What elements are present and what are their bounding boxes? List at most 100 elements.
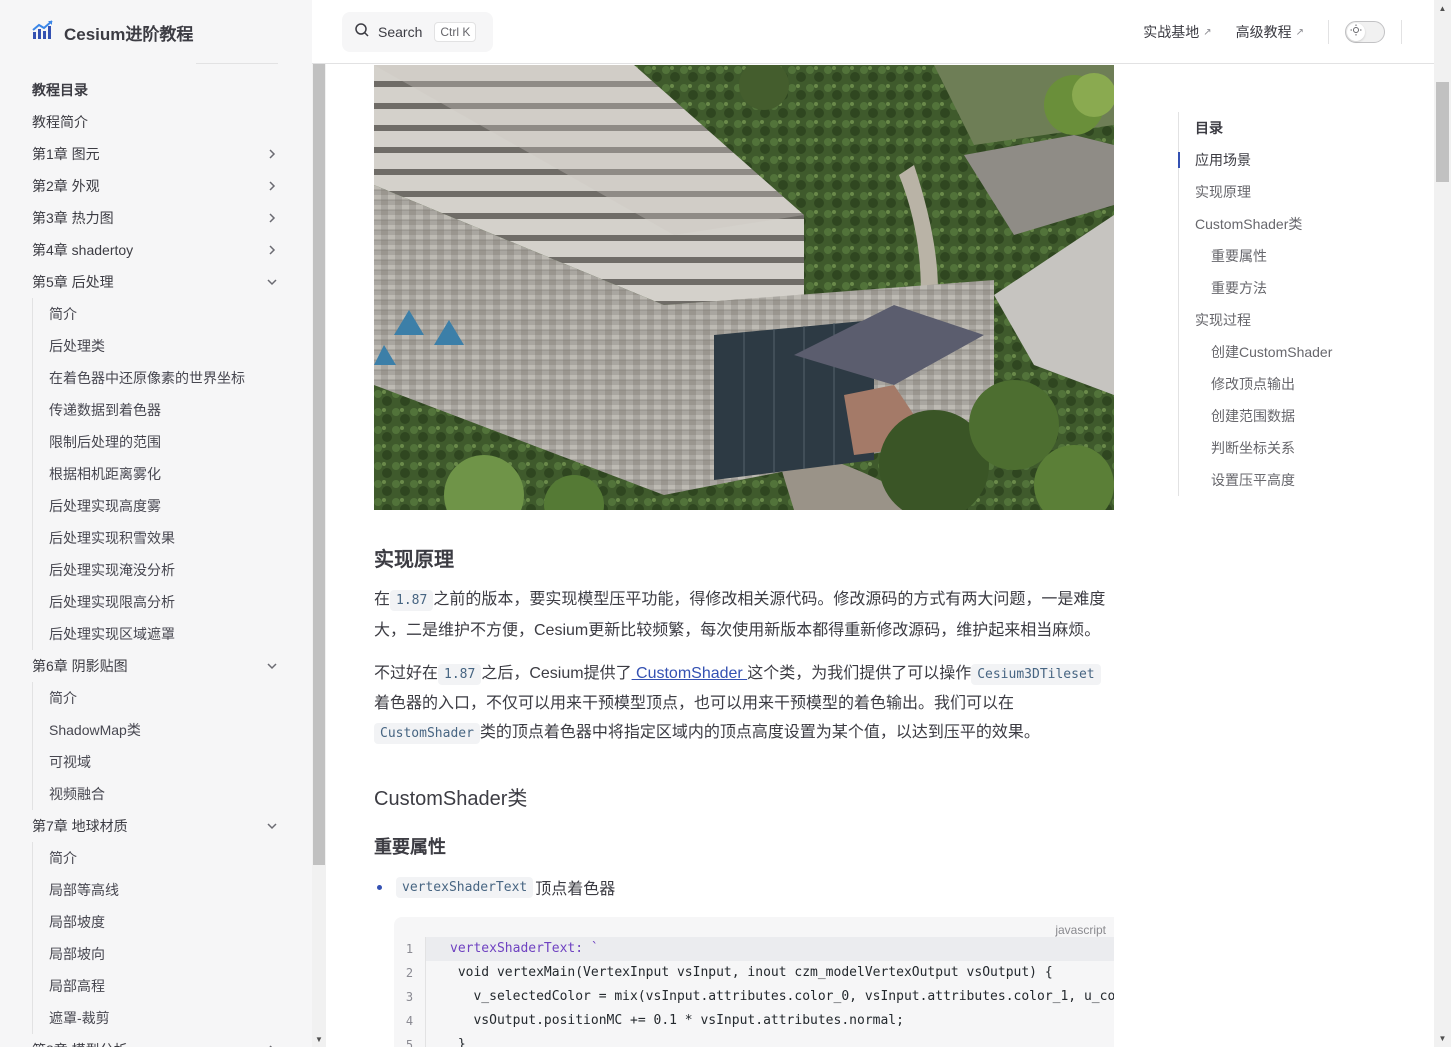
chevron-right-icon[interactable] <box>264 1042 280 1047</box>
sidebar-item[interactable]: 简介 <box>49 682 280 714</box>
sidebar-item-label: 教程简介 <box>32 114 88 130</box>
chevron-down-icon[interactable] <box>264 274 280 290</box>
external-link-icon: ↗ <box>1295 26 1304 38</box>
top-divider <box>1328 20 1329 44</box>
sidebar-item-label: ShadowMap类 <box>49 722 141 738</box>
scroll-up-arrow-icon[interactable]: ▲ <box>1436 2 1449 15</box>
sidebar-item[interactable]: 根据相机距离雾化 <box>49 458 280 490</box>
sidebar-item-label: 可视域 <box>49 754 91 770</box>
sidebar-item[interactable]: 第7章 地球材质 <box>32 810 280 842</box>
outline-item[interactable]: 重要方法 <box>1179 272 1398 304</box>
sidebar-item[interactable]: 传递数据到着色器 <box>49 394 280 426</box>
sidebar-item-label: 第2章 外观 <box>32 178 100 194</box>
sidebar-item[interactable]: ShadowMap类 <box>49 714 280 746</box>
customshader-link[interactable]: CustomShader <box>632 665 748 682</box>
sidebar-item[interactable]: 限制后处理的范围 <box>49 426 280 458</box>
sidebar-item[interactable]: 后处理实现高度雾 <box>49 490 280 522</box>
chevron-right-icon[interactable] <box>264 210 280 226</box>
sidebar-item[interactable]: 局部坡度 <box>49 906 280 938</box>
outline-item[interactable]: 实现原理 <box>1179 176 1398 208</box>
theme-toggle[interactable] <box>1345 21 1385 43</box>
scroll-down-arrow-icon[interactable]: ▼ <box>1436 1032 1449 1045</box>
outline-item[interactable]: 应用场景 <box>1178 144 1398 176</box>
chevron-down-icon[interactable] <box>264 658 280 674</box>
outline-item[interactable]: 创建范围数据 <box>1179 400 1398 432</box>
code-lines: vertexShaderText: ` void vertexMain(Vert… <box>426 937 1114 1047</box>
sidebar-item[interactable]: 后处理实现区域遮罩 <box>49 618 280 650</box>
line-number: 2 <box>405 966 414 980</box>
outline-item[interactable]: 实现过程 <box>1179 304 1398 336</box>
chevron-right-icon[interactable] <box>264 146 280 162</box>
sidebar-item[interactable]: 局部高程 <box>49 970 280 1002</box>
sidebar-item[interactable]: 可视域 <box>49 746 280 778</box>
code-line: void vertexMain(VertexInput vsInput, ino… <box>450 965 1053 980</box>
outline-item[interactable]: CustomShader类 <box>1179 208 1398 240</box>
paragraph-1: 在 1.87 之前的版本，要实现模型压平功能，得修改相关源代码。修改源码的方式有两大… <box>374 585 1114 646</box>
sidebar-item[interactable]: 后处理类 <box>49 330 280 362</box>
sidebar-scrollbar-thumb[interactable] <box>313 64 325 865</box>
page-scrollbar-thumb[interactable] <box>1436 82 1449 182</box>
sidebar-item[interactable]: 后处理实现限高分析 <box>49 586 280 618</box>
nav-link-practice[interactable]: 实战基地 ↗ <box>1143 22 1211 42</box>
sidebar-item[interactable]: 局部等高线 <box>49 874 280 906</box>
list-item: vertexShaderText 顶点着色器 <box>374 875 615 899</box>
sidebar-item[interactable]: 视频融合 <box>49 778 280 810</box>
nav-link-label: 高级教程 <box>1235 24 1292 40</box>
sidebar-item[interactable]: 简介 <box>49 842 280 874</box>
sidebar-item[interactable]: 教程简介 <box>32 106 280 138</box>
sidebar-item[interactable]: 简介 <box>49 298 280 330</box>
sidebar-item[interactable]: 第4章 shadertoy <box>32 234 280 266</box>
text: 着色器的入口，不仅可以用来干预模型顶点，也可以用来干预模型的着色输出。我们可以在 <box>374 695 1015 712</box>
outline-item[interactable]: 判断坐标关系 <box>1179 432 1398 464</box>
scroll-down-arrow-icon[interactable]: ▼ <box>313 1033 325 1045</box>
sidebar-item-label: 限制后处理的范围 <box>49 434 161 450</box>
sidebar-item[interactable]: 后处理实现积雪效果 <box>49 522 280 554</box>
sidebar-item[interactable]: 第6章 阴影贴图 <box>32 650 280 682</box>
text: 之后，Cesium提供了 <box>481 665 632 682</box>
sidebar-item[interactable]: 遮罩-裁剪 <box>49 1002 280 1034</box>
sidebar-item-label: 后处理实现高度雾 <box>49 498 161 514</box>
sidebar-divider <box>196 63 278 64</box>
sidebar-item[interactable]: 局部坡向 <box>49 938 280 970</box>
sidebar-item[interactable]: 第8章 模型分析 <box>32 1034 280 1047</box>
sidebar-item[interactable]: 第2章 外观 <box>32 170 280 202</box>
sidebar-item[interactable]: 第5章 后处理 <box>32 266 280 298</box>
sidebar-item-label: 根据相机距离雾化 <box>49 466 161 482</box>
bullet-dot <box>377 884 382 890</box>
sidebar-item-label: 简介 <box>49 850 77 866</box>
code-block[interactable]: javascript 1 2 3 4 5 vertexShaderText: `… <box>394 917 1114 1047</box>
text: 之前的版本，要实现模型压平功能，得修改相关源代码。修改源码的方式有两大问题，一是… <box>374 591 1106 639</box>
sidebar-item[interactable]: 在着色器中还原像素的世界坐标 <box>49 362 280 394</box>
sidebar-item-label: 局部坡向 <box>49 946 105 962</box>
heading-principle: 实现原理 <box>374 549 454 571</box>
sidebar-item-label: 遮罩-裁剪 <box>49 1010 110 1026</box>
brand[interactable]: Cesium进阶教程 <box>32 18 193 46</box>
sidebar-item[interactable]: 第3章 热力图 <box>32 202 280 234</box>
chevron-right-icon[interactable] <box>264 242 280 258</box>
outline-item[interactable]: 设置压平高度 <box>1179 464 1398 496</box>
sidebar-item-label: 局部高程 <box>49 978 105 994</box>
nav-link-advanced[interactable]: 高级教程 ↗ <box>1236 22 1304 42</box>
outline-item[interactable]: 重要属性 <box>1179 240 1398 272</box>
top-divider <box>1401 20 1402 44</box>
brand-title: Cesium进阶教程 <box>64 24 194 44</box>
sidebar-item-label: 在着色器中还原像素的世界坐标 <box>49 370 245 386</box>
line-number: 3 <box>405 990 414 1004</box>
sidebar-item-label: 第4章 shadertoy <box>32 242 134 258</box>
sidebar-item-label: 简介 <box>49 690 77 706</box>
outline-item[interactable]: 创建CustomShader <box>1179 336 1398 368</box>
main-content: 实现原理 在 1.87 之前的版本，要实现模型压平功能，得修改相关源代码。修改源码的… <box>374 65 1114 1047</box>
chevron-right-icon[interactable] <box>264 178 280 194</box>
top-bar: Search Ctrl K 实战基地 ↗ 高级教程 ↗ <box>312 0 1434 64</box>
chevron-down-icon[interactable] <box>264 818 280 834</box>
text: 在 <box>374 591 391 608</box>
search-button[interactable]: Search Ctrl K <box>342 12 493 52</box>
sidebar-subgroup: 简介 后处理类在着色器中还原像素的世界坐标传递数据到着色器限制后处理的范围 根据相机… <box>32 298 280 650</box>
line-number: 4 <box>405 1014 414 1028</box>
sidebar-item[interactable]: 第1章 图元 <box>32 138 280 170</box>
heading-important-props: 重要属性 <box>374 837 446 857</box>
sidebar-item-label: 第8章 模型分析 <box>32 1040 128 1047</box>
outline-item[interactable]: 修改顶点输出 <box>1179 368 1398 400</box>
sidebar-item[interactable]: 后处理实现淹没分析 <box>49 554 280 586</box>
sidebar-item-label: 第6章 阴影贴图 <box>32 658 128 674</box>
